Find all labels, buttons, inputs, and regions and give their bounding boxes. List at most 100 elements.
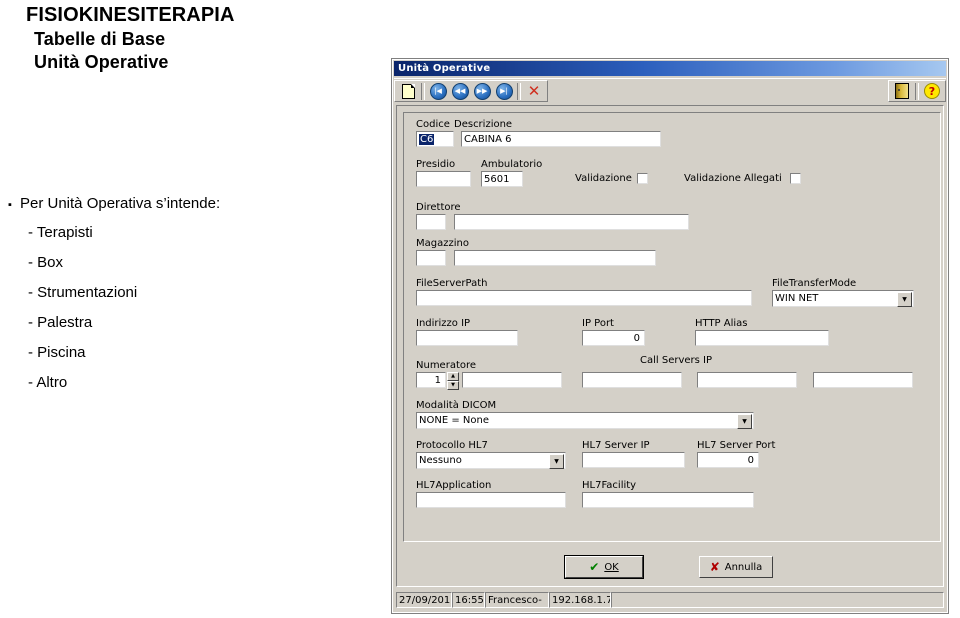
next-record-icon: ▶▶ bbox=[473, 82, 491, 100]
previous-record-icon: ◀◀ bbox=[451, 82, 469, 100]
help-button[interactable]: ? bbox=[922, 82, 942, 101]
last-record-icon: ▶| bbox=[495, 82, 513, 100]
toolbar-group-right: ? bbox=[888, 80, 946, 102]
hl7-facility-label: HL7Facility bbox=[582, 480, 637, 491]
next-record-button[interactable]: ▶▶ bbox=[472, 82, 492, 101]
new-record-button[interactable] bbox=[398, 82, 418, 101]
list-item: - Piscina bbox=[28, 344, 86, 362]
ip-port-label: IP Port bbox=[582, 318, 614, 329]
list-item: - Palestra bbox=[28, 314, 93, 332]
direttore-label: Direttore bbox=[416, 202, 461, 213]
stepper-up-icon[interactable]: ▲ bbox=[447, 372, 459, 381]
hl7-server-ip-input[interactable] bbox=[581, 451, 686, 469]
slide-page: FISIOKINESITERAPIA Tabelle di Base Unità… bbox=[0, 0, 960, 618]
indirizzo-ip-label: Indirizzo IP bbox=[416, 318, 471, 329]
numeratore-label: Numeratore bbox=[416, 360, 477, 371]
validazione-checkbox[interactable] bbox=[636, 172, 649, 185]
protocollo-hl7-select[interactable]: Nessuno ▼ bbox=[415, 451, 567, 470]
magazzino-code-input[interactable] bbox=[415, 249, 447, 267]
first-record-icon: |◀ bbox=[429, 82, 447, 100]
numeratore-text-input[interactable] bbox=[461, 371, 563, 389]
bullet-main-text: Per Unità Operativa s’intende: bbox=[20, 195, 221, 212]
call-server-ip-input-2[interactable] bbox=[696, 371, 798, 389]
form-group-panel: Codice Descrizione C6 CABINA 6 Presidio … bbox=[403, 112, 941, 542]
dialog-title: Unità Operative bbox=[398, 63, 491, 74]
list-item: - Altro bbox=[28, 374, 68, 392]
question-mark-icon: ? bbox=[924, 83, 940, 99]
slide-text-column: FISIOKINESITERAPIA Tabelle di Base Unità… bbox=[0, 0, 390, 618]
codice-label: Codice bbox=[416, 119, 450, 130]
slide-heading-1: FISIOKINESITERAPIA bbox=[26, 4, 235, 26]
hl7-server-ip-label: HL7 Server IP bbox=[582, 440, 650, 451]
validazione-label: Validazione bbox=[575, 173, 632, 184]
list-item: - Box bbox=[28, 254, 64, 272]
numeratore-stepper[interactable]: ▲ ▼ bbox=[447, 372, 459, 390]
codice-input[interactable]: C6 bbox=[415, 130, 455, 148]
descrizione-input[interactable]: CABINA 6 bbox=[460, 130, 662, 148]
hl7-application-input[interactable] bbox=[415, 491, 567, 509]
ip-port-input[interactable]: 0 bbox=[581, 329, 646, 347]
status-user: Francesco- bbox=[485, 592, 549, 608]
direttore-code-input[interactable] bbox=[415, 213, 447, 231]
call-server-ip-input-1[interactable] bbox=[581, 371, 683, 389]
magazzino-label: Magazzino bbox=[416, 238, 469, 249]
ambulatorio-label: Ambulatorio bbox=[481, 159, 543, 170]
ambulatorio-input[interactable]: 5601 bbox=[480, 170, 524, 188]
call-server-ip-input-3[interactable] bbox=[812, 371, 914, 389]
chevron-down-icon[interactable]: ▼ bbox=[897, 292, 912, 307]
dialog-toolbar: |◀ ◀◀ ▶▶ ▶| ✕ ? bbox=[394, 78, 946, 103]
list-item: - Strumentazioni bbox=[28, 284, 138, 302]
direttore-input[interactable] bbox=[453, 213, 690, 231]
cancel-button-label: Annulla bbox=[724, 561, 763, 573]
delete-record-button[interactable]: ✕ bbox=[524, 82, 544, 101]
exit-door-icon bbox=[895, 83, 909, 99]
toolbar-group-left: |◀ ◀◀ ▶▶ ▶| ✕ bbox=[394, 80, 548, 102]
dialog-statusbar: 27/09/201 16:55 Francesco- 192.168.1.70 bbox=[396, 591, 944, 609]
toolbar-separator bbox=[915, 82, 919, 100]
magazzino-input[interactable] bbox=[453, 249, 657, 267]
dialog-titlebar[interactable]: Unità Operative bbox=[394, 61, 946, 76]
numeratore-input[interactable]: 1 bbox=[415, 371, 447, 389]
cancel-button[interactable]: ✘ Annulla bbox=[699, 556, 773, 578]
file-server-path-label: FileServerPath bbox=[416, 278, 488, 289]
protocollo-hl7-label: Protocollo HL7 bbox=[416, 440, 488, 451]
indirizzo-ip-input[interactable] bbox=[415, 329, 519, 347]
first-record-button[interactable]: |◀ bbox=[428, 82, 448, 101]
modalita-dicom-select[interactable]: NONE = None ▼ bbox=[415, 411, 755, 430]
validazione-allegati-checkbox[interactable] bbox=[789, 172, 802, 185]
call-servers-ip-label: Call Servers IP bbox=[640, 355, 713, 366]
slide-heading-block: FISIOKINESITERAPIA Tabelle di Base Unità… bbox=[26, 2, 235, 75]
chevron-down-icon[interactable]: ▼ bbox=[737, 414, 752, 429]
check-icon: ✔ bbox=[589, 560, 600, 574]
presidio-input[interactable] bbox=[415, 170, 472, 188]
hl7-server-port-input[interactable]: 0 bbox=[696, 451, 760, 469]
file-transfer-mode-label: FileTransferMode bbox=[772, 278, 857, 289]
toolbar-separator bbox=[421, 82, 425, 100]
status-ip: 192.168.1.70 bbox=[549, 592, 611, 608]
validazione-allegati-label: Validazione Allegati bbox=[684, 173, 782, 184]
exit-button[interactable] bbox=[892, 82, 912, 101]
file-transfer-mode-select[interactable]: WIN NET ▼ bbox=[771, 289, 915, 308]
stepper-down-icon[interactable]: ▼ bbox=[447, 381, 459, 390]
file-transfer-mode-value: WIN NET bbox=[775, 293, 819, 304]
presidio-label: Presidio bbox=[416, 159, 456, 170]
modalita-dicom-value: NONE = None bbox=[419, 415, 489, 426]
last-record-button[interactable]: ▶| bbox=[494, 82, 514, 101]
previous-record-button[interactable]: ◀◀ bbox=[450, 82, 470, 101]
http-alias-label: HTTP Alias bbox=[695, 318, 748, 329]
hl7-facility-input[interactable] bbox=[581, 491, 755, 509]
modalita-dicom-label: Modalità DICOM bbox=[416, 400, 497, 411]
ok-button-label: OK bbox=[604, 561, 619, 573]
slide-bullet-block: ▪ Per Unità Operativa s’intende: - Terap… bbox=[8, 196, 388, 391]
ok-button[interactable]: ✔ OK bbox=[564, 555, 644, 579]
square-bullet-icon: ▪ bbox=[8, 199, 12, 211]
descrizione-label: Descrizione bbox=[454, 119, 513, 130]
dialog-client-area: Codice Descrizione C6 CABINA 6 Presidio … bbox=[396, 105, 944, 587]
http-alias-input[interactable] bbox=[694, 329, 830, 347]
toolbar-separator bbox=[517, 82, 521, 100]
file-server-path-input[interactable] bbox=[415, 289, 753, 307]
slide-heading-2: Tabelle di Base bbox=[34, 29, 166, 49]
chevron-down-icon[interactable]: ▼ bbox=[549, 454, 564, 469]
status-date: 27/09/201 bbox=[396, 592, 452, 608]
unita-operative-dialog: Unità Operative |◀ ◀◀ ▶▶ ▶| ✕ ? Codice D… bbox=[391, 58, 949, 614]
